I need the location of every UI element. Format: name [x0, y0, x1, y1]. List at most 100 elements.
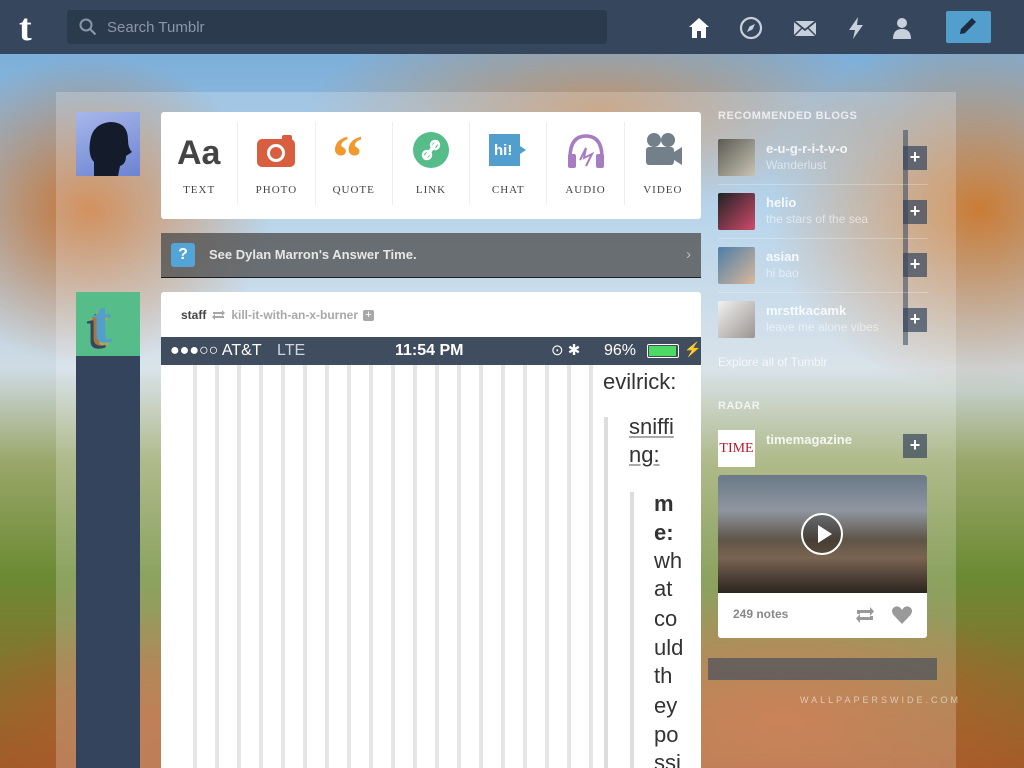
- explore-compass-icon[interactable]: [738, 15, 764, 41]
- blog-title: hi bao: [766, 266, 799, 280]
- explore-all-link[interactable]: Explore all of Tumblr: [718, 355, 827, 369]
- follow-plus-icon[interactable]: +: [363, 309, 375, 321]
- reblog-icon[interactable]: [854, 605, 876, 625]
- chat-reply-line: e:: [654, 520, 674, 545]
- chat-reply-line: co: [654, 606, 678, 631]
- answer-time-text: See Dylan Marron's Answer Time.: [209, 247, 417, 262]
- blog-title: leave me alone vibes: [766, 320, 879, 334]
- post-avatar-column: [76, 292, 140, 768]
- blog-name[interactable]: mrsttkacamk: [766, 303, 846, 318]
- follow-radar-button[interactable]: +: [903, 434, 927, 458]
- headphones-icon: [567, 134, 604, 168]
- blog-avatar[interactable]: [718, 301, 755, 338]
- screenshot-stripes: [175, 365, 595, 768]
- post-type-photo[interactable]: PHOTO: [238, 122, 316, 205]
- chevron-right-icon: ›: [686, 246, 691, 263]
- chat-reply-line: uld: [654, 635, 684, 660]
- staff-avatar[interactable]: t t t: [76, 289, 140, 361]
- post-type-video[interactable]: VIDEO: [625, 122, 701, 205]
- recommended-blog-row[interactable]: helio the stars of the sea: [718, 189, 928, 239]
- heart-icon[interactable]: [891, 604, 913, 626]
- recommended-blog-row[interactable]: mrsttkacamk leave me alone vibes: [718, 297, 928, 341]
- post-type-label: TEXT: [183, 184, 216, 196]
- quote-bar: [604, 417, 608, 768]
- svg-text:hi!: hi!: [494, 142, 512, 159]
- blog-title: Wanderlust: [766, 158, 827, 172]
- time-magazine-logo[interactable]: TIME: [718, 430, 755, 467]
- clock-text: 11:54 PM: [395, 342, 464, 359]
- search-icon: [79, 18, 97, 36]
- chat-user-2-line2: ng:: [629, 442, 660, 467]
- charging-bolt-icon: ⚡: [684, 341, 701, 357]
- chat-reply-line: ssi: [654, 750, 681, 768]
- quote-bar-nested: [630, 492, 634, 768]
- user-avatar[interactable]: [76, 112, 140, 176]
- blog-name[interactable]: e-u-g-r-i-t-v-o: [766, 141, 848, 156]
- post-type-label: CHAT: [491, 184, 525, 196]
- home-icon[interactable]: [686, 15, 712, 41]
- chat-reply-line: at: [654, 576, 673, 601]
- wallpaper-watermark: WALLPAPERSWIDE.COM: [800, 695, 962, 705]
- follow-blog-button[interactable]: +: [903, 253, 927, 277]
- post-author-link[interactable]: staff: [181, 308, 206, 322]
- video-camera-icon: [645, 133, 682, 165]
- network-text: LTE: [277, 342, 306, 359]
- recommended-blog-row[interactable]: e-u-g-r-i-t-v-o Wanderlust: [718, 135, 928, 185]
- chat-reply-line: ey: [654, 693, 678, 718]
- dashboard-post: staff kill-it-with-an-x-burner + ●●●○○ A…: [161, 292, 701, 768]
- row-divider: [718, 238, 928, 239]
- blog-name[interactable]: helio: [766, 195, 796, 210]
- post-type-quote[interactable]: “ QUOTE: [316, 122, 393, 205]
- blog-avatar[interactable]: [718, 139, 755, 176]
- follow-blog-button[interactable]: +: [903, 146, 927, 170]
- blog-title: the stars of the sea: [766, 212, 869, 226]
- radar-post-footer: 249 notes: [718, 593, 927, 638]
- silhouette-avatar-icon: [89, 122, 132, 176]
- follow-blog-button[interactable]: +: [903, 200, 927, 224]
- post-type-label: LINK: [415, 184, 447, 196]
- play-icon[interactable]: [801, 513, 843, 555]
- blog-avatar[interactable]: [718, 193, 755, 230]
- tumblr-staff-logo-icon: t t t: [86, 289, 112, 361]
- top-navigation-bar: t Search Tumblr: [0, 0, 1024, 54]
- inbox-mail-icon[interactable]: [792, 15, 818, 41]
- chat-reply-line: po: [654, 722, 679, 747]
- text-icon: Aa: [177, 134, 221, 172]
- radar-blog-name[interactable]: timemagazine: [766, 432, 852, 447]
- chat-user-1: evilrick:: [603, 369, 677, 394]
- lock-bluetooth-icons: ⊙ ✱: [551, 342, 581, 359]
- camera-icon: [257, 135, 296, 167]
- blog-name[interactable]: asian: [766, 249, 799, 264]
- post-source-link[interactable]: kill-it-with-an-x-burner: [231, 308, 358, 322]
- post-type-text[interactable]: Aa TEXT: [161, 122, 239, 205]
- answer-time-banner[interactable]: ? See Dylan Marron's Answer Time. ›: [161, 233, 701, 278]
- svg-text:t: t: [92, 292, 112, 355]
- follow-blog-button[interactable]: +: [903, 308, 927, 332]
- battery-icon: [647, 344, 679, 358]
- post-header: staff kill-it-with-an-x-burner +: [181, 308, 375, 322]
- radar-post-card[interactable]: 249 notes: [718, 475, 927, 638]
- sidebar-bottom-panel: [708, 658, 937, 680]
- post-type-link[interactable]: LINK: [393, 122, 471, 205]
- svg-text:“: “: [332, 130, 363, 174]
- post-type-chat[interactable]: hi! CHAT: [470, 122, 548, 205]
- chat-reply-line: m: [654, 491, 674, 516]
- compose-button[interactable]: [946, 11, 991, 43]
- recommended-blog-row[interactable]: asian hi bao: [718, 243, 928, 293]
- notes-count[interactable]: 249 notes: [733, 607, 788, 621]
- blog-avatar[interactable]: [718, 247, 755, 284]
- radar-video-thumbnail[interactable]: [718, 475, 927, 593]
- svg-text:Aa: Aa: [177, 134, 221, 172]
- post-type-audio[interactable]: AUDIO: [547, 122, 625, 205]
- phone-status-bar: ●●●○○ AT&T LTE 11:54 PM ⊙ ✱ 96% ⚡: [161, 337, 701, 365]
- recommended-blogs-title: RECOMMENDED BLOGS: [718, 110, 858, 122]
- row-divider: [718, 292, 928, 293]
- carrier-text: ●●●○○ AT&T: [170, 342, 262, 359]
- account-person-icon[interactable]: [889, 15, 915, 41]
- battery-percent: 96%: [604, 342, 637, 359]
- tumblr-logo-icon[interactable]: t: [16, 9, 50, 45]
- search-input[interactable]: Search Tumblr: [67, 10, 607, 44]
- activity-lightning-icon[interactable]: [843, 15, 869, 41]
- reblog-icon: [212, 310, 226, 320]
- link-icon: [412, 132, 449, 168]
